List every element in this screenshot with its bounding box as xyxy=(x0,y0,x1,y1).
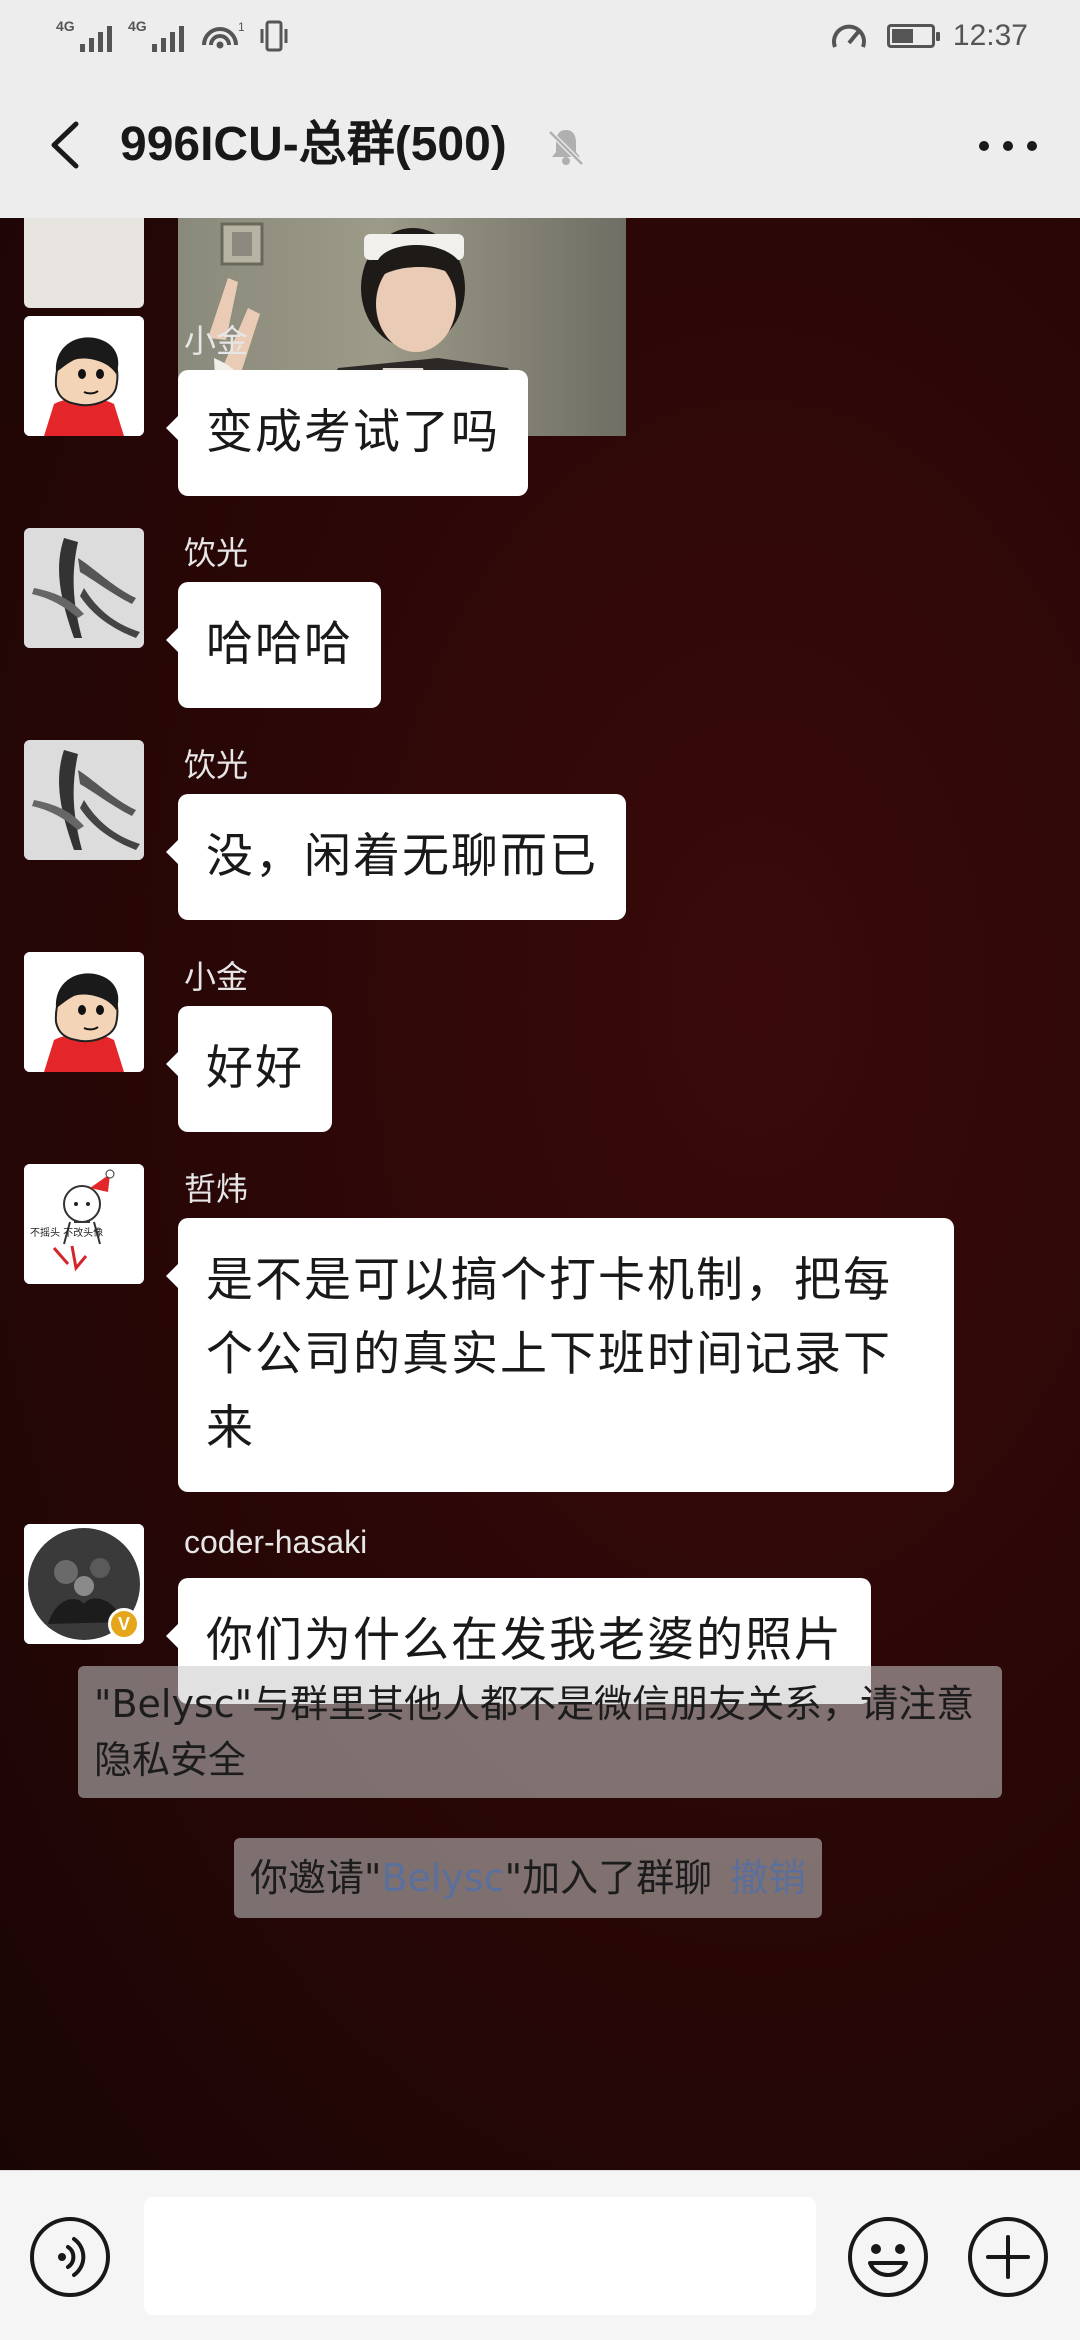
avatar[interactable] xyxy=(24,528,144,648)
sender-name: 饮光 xyxy=(184,535,249,571)
hotspot-icon: 1 xyxy=(202,20,244,49)
message-bubble[interactable]: 好好 xyxy=(166,1006,332,1132)
avatar[interactable] xyxy=(24,740,144,860)
speed-icon xyxy=(831,24,866,48)
avatar-image xyxy=(24,316,144,436)
revoke-link[interactable]: 撤销 xyxy=(730,1856,806,1900)
message-bubble[interactable]: 哈哈哈 xyxy=(166,582,381,708)
system-notice: "Belysc"与群里其他人都不是微信朋友关系，请注意隐私安全 xyxy=(78,1666,1002,1798)
message-bubble[interactable]: 没，闲着无聊而已 xyxy=(166,794,626,920)
verified-badge: V xyxy=(108,1608,140,1640)
avatar[interactable] xyxy=(24,952,144,1072)
avatar-image: 不摇头 不改头像 xyxy=(24,1164,144,1284)
invited-user-link[interactable]: Belysc xyxy=(381,1856,504,1900)
message-bubble[interactable]: 是不是可以搞个打卡机制，把每个公司的真实上下班时间记录下来 xyxy=(166,1218,954,1492)
avatar[interactable]: 不摇头 不改头像 xyxy=(24,1164,144,1284)
network-type-1: 4G xyxy=(56,18,75,34)
signal-icon: 4G xyxy=(56,18,112,52)
avatar[interactable]: V xyxy=(24,1524,144,1644)
signal-icon-2: 4G xyxy=(128,18,184,52)
nav-bar: 996ICU-总群(500) xyxy=(0,72,1080,218)
network-type-2: 4G xyxy=(128,18,147,34)
voice-icon[interactable] xyxy=(28,2215,112,2299)
sender-name: 小金 xyxy=(184,959,249,995)
invite-suffix: "加入了群聊 xyxy=(504,1856,713,1900)
avatar[interactable] xyxy=(24,218,144,308)
status-right: 12:37 xyxy=(829,16,1028,56)
avatar-image xyxy=(24,740,144,860)
sender-name: coder-hasaki xyxy=(184,1524,368,1560)
invite-prefix: 你邀请" xyxy=(250,1856,382,1900)
plus-icon[interactable] xyxy=(966,2215,1050,2299)
message-bubble[interactable]: 变成考试了吗 xyxy=(166,370,528,496)
status-bar: 4G 4G 1 12:37 xyxy=(0,0,1080,72)
status-left: 4G 4G 1 xyxy=(56,16,288,56)
clock: 12:37 xyxy=(952,19,1028,52)
message-input[interactable] xyxy=(144,2197,816,2315)
invite-notice: 你邀请"Belysc"加入了群聊 撤销 xyxy=(234,1838,823,1918)
sender-name: 小金 xyxy=(184,323,249,359)
sender-name: 哲炜 xyxy=(184,1171,249,1207)
battery-icon xyxy=(886,24,940,48)
emoji-icon[interactable] xyxy=(846,2215,930,2299)
chevron-left-icon[interactable] xyxy=(36,112,96,178)
bell-off-icon xyxy=(548,130,584,166)
chat-title: 996ICU-总群(500) xyxy=(120,118,507,171)
input-bar xyxy=(0,2170,1080,2340)
avatar[interactable] xyxy=(24,316,144,436)
svg-text:1: 1 xyxy=(238,20,244,34)
more-dots-icon[interactable] xyxy=(970,116,1046,176)
sender-name: 饮光 xyxy=(184,747,249,783)
avatar-image xyxy=(24,952,144,1072)
vibrate-icon xyxy=(260,20,288,52)
avatar-image xyxy=(24,528,144,648)
chat-area[interactable]: 小金 变成考试了吗 饮光 哈哈哈 饮光 没，闲着无聊而已 小金 好好 不摇头 不… xyxy=(0,218,1080,2170)
battery-level xyxy=(891,29,913,43)
svg-text:不摇头 不改头像: 不摇头 不改头像 xyxy=(30,1226,103,1239)
